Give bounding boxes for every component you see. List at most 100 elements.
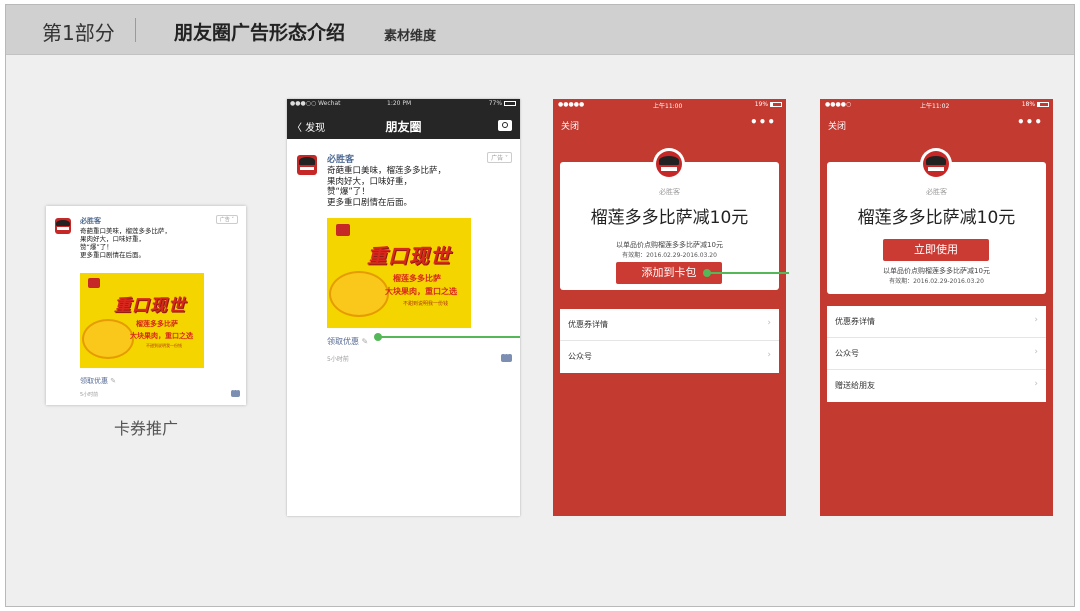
- coupon-card: 必胜客 榴莲多多比萨减10元 立即使用 以单品价点购榴莲多多比萨减10元 有效期…: [827, 148, 1046, 294]
- brand-logo-icon: [55, 218, 71, 234]
- more-icon[interactable]: •••: [1017, 115, 1043, 129]
- chevron-right-icon: ›: [1034, 347, 1038, 357]
- ad-text: 奇葩重口美味，榴莲多多比萨， 果肉好大，口味好重， 赞“爆”了！ 更多重口剧情在…: [327, 166, 446, 209]
- signal-icon: ●●●●○: [825, 101, 852, 108]
- ad-text-line: 奇葩重口美味，榴莲多多比萨，: [80, 227, 171, 235]
- poster-headline: 重口现世: [114, 296, 186, 316]
- ad-text-line: 奇葩重口美味，榴莲多多比萨，: [327, 166, 447, 176]
- phone-coupon-use: ●●●●○ 上午11:02 18% 关闭 ••• 必胜客 榴莲多多比萨减10元 …: [820, 99, 1053, 516]
- comment-icon[interactable]: [231, 386, 240, 397]
- connector-line: [378, 336, 520, 338]
- poster-small-text: 不甜到说明我一份钱: [403, 301, 449, 307]
- coupon-period: 有效期：2016.02.29-2016.03.20: [622, 252, 717, 259]
- status-time: 1:20 PM: [387, 100, 412, 107]
- status-bar: ●●●●○ 上午11:02 18%: [820, 101, 1053, 111]
- brand-logo-icon: [920, 148, 952, 180]
- coupon-menu: 优惠券详情 › 公众号 › 赠送给朋友 ›: [827, 306, 1046, 402]
- ad-text: 奇葩重口美味，榴莲多多比萨， 果肉好大，口味好重， 赞“爆”了！ 更多重口剧情在…: [80, 227, 171, 260]
- ad-poster-image[interactable]: 重口现世 榴莲多多比萨 大块果肉，重口之选 不甜到说明我一份钱: [80, 273, 204, 368]
- battery-icon: [770, 102, 782, 107]
- poster-small-text: 不甜到说明我一份钱: [146, 343, 182, 348]
- chevron-right-icon: ›: [767, 350, 771, 360]
- claim-offer-link[interactable]: 领取优惠 ✎: [80, 376, 116, 386]
- status-bar: ●●●●● 上午11:00 19%: [553, 101, 786, 111]
- coupon-desc: 以单品价点购榴莲多多比萨减10元: [616, 241, 723, 249]
- battery: 18%: [1022, 101, 1049, 108]
- post-time: 5小时前: [80, 392, 99, 398]
- menu-item-official-account[interactable]: 公众号 ›: [560, 341, 779, 373]
- menu-item-label: 公众号: [835, 349, 859, 358]
- battery-icon: [1037, 102, 1049, 107]
- chevron-right-icon: ›: [1034, 315, 1038, 325]
- connector-line: [707, 272, 789, 274]
- pencil-icon: ✎: [361, 337, 369, 346]
- phone-moments: ●●●○○ Wechat 1:20 PM 77% 〈 发现 朋友圈 必胜客 广告…: [287, 99, 520, 516]
- comment-icon[interactable]: [501, 350, 512, 362]
- header-divider: [135, 18, 136, 42]
- coupon-menu: 优惠券详情 › 公众号 ›: [560, 309, 779, 373]
- slide: 第1部分 朋友圈广告形态介绍 素材维度 必胜客 广告 ˅ 奇葩重口美味，榴莲多多…: [5, 4, 1075, 607]
- coupon-desc: 以单品价点购榴莲多多比萨减10元: [883, 267, 990, 275]
- menu-item-coupon-details[interactable]: 优惠券详情 ›: [560, 309, 779, 341]
- card-caption: 卡券推广: [113, 419, 178, 438]
- post-time: 5小时前: [327, 356, 349, 363]
- ad-tag[interactable]: 广告 ˅: [215, 215, 238, 224]
- coupon-title: 榴莲多多比萨减10元: [857, 208, 1016, 228]
- pencil-icon: ✎: [110, 377, 117, 385]
- coupon-brand: 必胜客: [926, 188, 947, 196]
- menu-item-label: 赠送给朋友: [835, 381, 875, 390]
- signal-icon: ●●●●●: [558, 101, 585, 108]
- battery-icon: [504, 101, 516, 106]
- battery-text: 19%: [754, 101, 769, 108]
- menu-item-gift-to-friend[interactable]: 赠送给朋友 ›: [827, 370, 1046, 402]
- brand-logo-icon: [297, 155, 317, 175]
- battery: 77%: [489, 100, 516, 107]
- use-now-button[interactable]: 立即使用: [883, 239, 989, 261]
- coupon-card: 必胜客 榴莲多多比萨减10元 以单品价点购榴莲多多比萨减10元 有效期：2016…: [560, 148, 779, 290]
- pizza-icon: [82, 319, 134, 359]
- menu-item-official-account[interactable]: 公众号 ›: [827, 338, 1046, 370]
- poster-logo-icon: [336, 224, 350, 236]
- menu-item-label: 公众号: [568, 352, 592, 361]
- nav-title: 朋友圈: [385, 120, 422, 134]
- ad-text-line: 果肉好大，口味好重，: [327, 176, 413, 187]
- status-time: 上午11:00: [653, 103, 683, 110]
- ad-tag[interactable]: 广告 ˅: [487, 152, 512, 163]
- brand-logo-icon: [653, 148, 685, 180]
- claim-offer-label: 领取优惠: [80, 377, 108, 385]
- carrier-text: ●●●○○ Wechat: [290, 100, 341, 107]
- battery-text: 18%: [1021, 101, 1036, 108]
- section-number: 第1部分: [42, 21, 115, 45]
- menu-item-label: 优惠券详情: [835, 317, 875, 326]
- coupon-period: 有效期：2016.02.29-2016.03.20: [889, 278, 984, 285]
- close-button[interactable]: 关闭: [828, 119, 846, 132]
- header-bar: 第1部分 朋友圈广告形态介绍 素材维度: [6, 5, 1074, 55]
- claim-offer-link[interactable]: 领取优惠 ✎: [327, 336, 368, 347]
- poster-line-1: 榴莲多多比萨: [393, 274, 441, 283]
- poster-line-1: 榴莲多多比萨: [136, 320, 178, 328]
- menu-item-coupon-details[interactable]: 优惠券详情 ›: [827, 306, 1046, 338]
- page-title: 朋友圈广告形态介绍: [174, 22, 346, 44]
- battery-text: 77%: [488, 100, 503, 107]
- camera-icon[interactable]: [498, 120, 512, 131]
- poster-headline: 重口现世: [367, 244, 451, 268]
- poster-line-2: 大块果肉，重口之选: [385, 287, 457, 296]
- menu-item-label: 优惠券详情: [568, 320, 608, 329]
- coupon-title: 榴莲多多比萨减10元: [590, 208, 749, 228]
- poster-logo-icon: [88, 278, 100, 288]
- battery: 19%: [755, 101, 782, 108]
- ad-poster-image[interactable]: 重口现世 榴莲多多比萨 大块果肉，重口之选 不甜到说明我一份钱: [327, 218, 471, 328]
- page-subtitle: 素材维度: [384, 29, 437, 44]
- poster-line-2: 大块果肉，重口之选: [130, 332, 193, 340]
- pizza-icon: [329, 271, 389, 317]
- more-icon[interactable]: •••: [750, 115, 776, 129]
- status-time: 上午11:02: [920, 103, 950, 110]
- claim-offer-label: 领取优惠: [327, 337, 359, 346]
- ad-text-line: 更多重口剧情在后面。: [327, 197, 413, 208]
- ad-card-small: 必胜客 广告 ˅ 奇葩重口美味，榴莲多多比萨， 果肉好大，口味好重， 赞“爆”了…: [46, 206, 246, 405]
- nav-bar: 〈 发现 朋友圈: [287, 111, 520, 139]
- ad-brand-name[interactable]: 必胜客: [80, 216, 101, 226]
- close-button[interactable]: 关闭: [561, 119, 579, 132]
- status-bar: ●●●○○ Wechat 1:20 PM 77%: [287, 99, 520, 111]
- ad-brand-name[interactable]: 必胜客: [327, 152, 354, 165]
